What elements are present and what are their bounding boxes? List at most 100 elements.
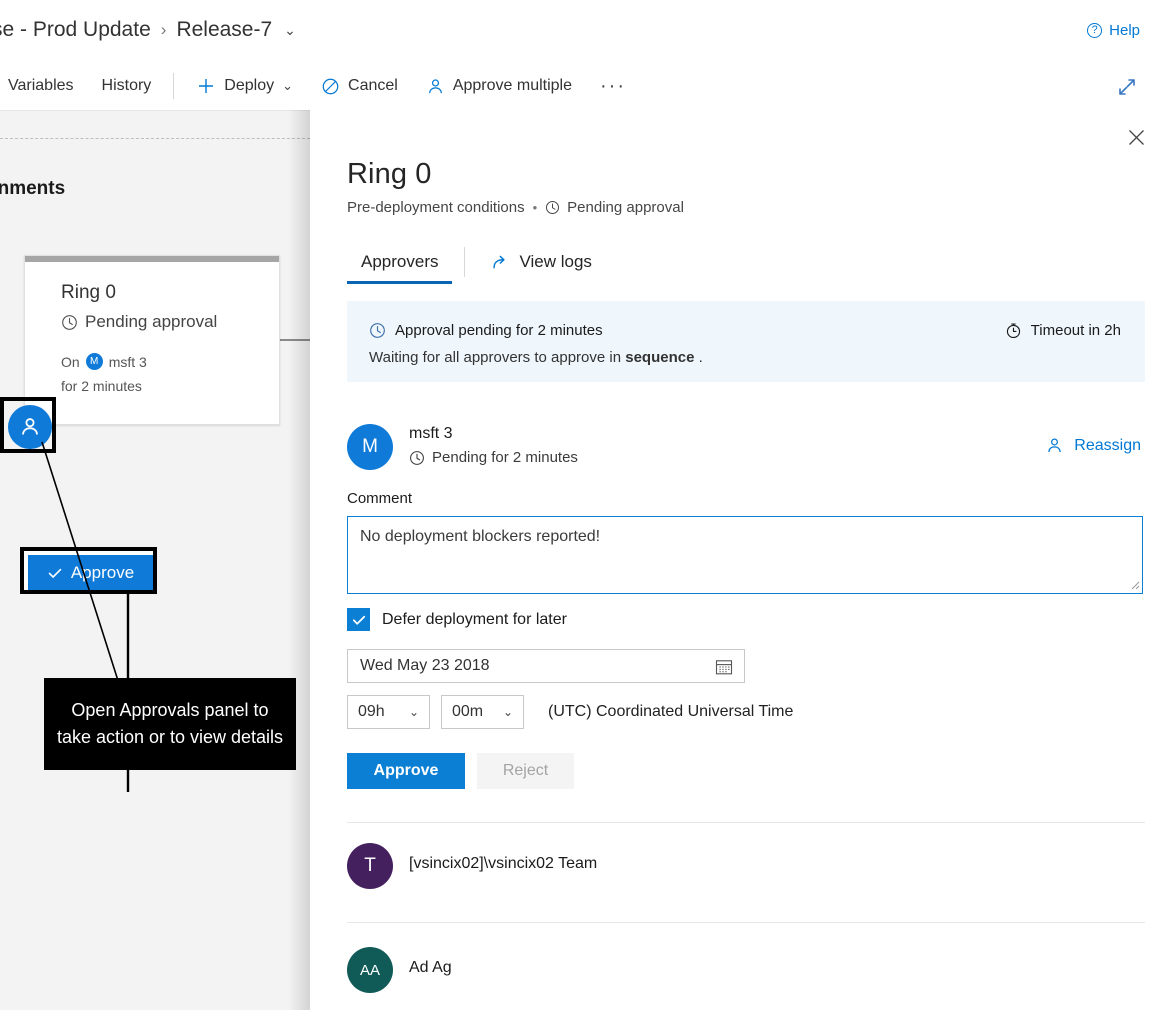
chevron-down-icon: ⌄ — [282, 78, 293, 94]
calendar-icon[interactable] — [714, 657, 734, 682]
card-duration: for 2 minutes — [61, 378, 142, 394]
clock-icon — [545, 200, 560, 215]
list-item[interactable]: T [vsincix02]\vsincix02 Team — [347, 843, 1145, 889]
panel-subtitle-status: Pending approval — [567, 199, 684, 216]
toolbar-item-variables[interactable]: Variables — [0, 62, 88, 110]
panel-subtitle: Pre-deployment conditions • Pending appr… — [347, 199, 684, 216]
breadcrumb-separator-icon: › — [161, 20, 167, 40]
banner-detail: Waiting for all approvers to approve in … — [369, 349, 703, 366]
toolbar-item-approve-multiple[interactable]: Approve multiple — [412, 62, 586, 110]
stopwatch-icon — [1005, 322, 1022, 339]
timezone-label: (UTC) Coordinated Universal Time — [548, 703, 793, 721]
approval-status-banner: Approval pending for 2 minutes Waiting f… — [347, 301, 1145, 382]
command-toolbar: Variables History Deploy ⌄ Cancel Approv… — [0, 62, 1160, 110]
list-divider — [347, 922, 1145, 923]
comment-label: Comment — [347, 490, 412, 507]
expand-diagonal-icon — [1116, 76, 1138, 98]
approver-name: Ad Ag — [409, 959, 452, 977]
cancel-icon — [321, 77, 340, 96]
person-icon — [18, 415, 42, 439]
approve-quick-action-button[interactable]: Approve — [28, 555, 153, 590]
tab-approvers-label: Approvers — [361, 252, 438, 272]
avatar: M — [347, 424, 393, 470]
help-label: Help — [1109, 22, 1140, 39]
banner-title: Approval pending for 2 minutes — [395, 322, 603, 339]
card-on-user: msft 3 — [109, 354, 147, 370]
annotation-callout: Open Approvals panel to take action or t… — [44, 678, 296, 770]
toolbar-divider — [173, 73, 174, 99]
list-item[interactable]: AA Ad Ag — [347, 947, 1145, 993]
tab-view-logs-label: View logs — [519, 252, 591, 272]
help-button[interactable]: ? Help — [1087, 22, 1140, 39]
reject-button: Reject — [477, 753, 574, 789]
banner-timeout-label: Timeout in 2h — [1031, 322, 1121, 339]
banner-timeout: Timeout in 2h — [1005, 322, 1121, 339]
toolbar-label-approve-multiple: Approve multiple — [453, 77, 572, 95]
toolbar-item-history[interactable]: History — [88, 62, 166, 110]
defer-time-row: 09h ⌄ 00m ⌄ (UTC) Coordinated Universal … — [347, 695, 793, 729]
defer-hour-select[interactable]: 09h ⌄ — [347, 695, 430, 729]
list-divider — [347, 822, 1145, 823]
toolbar-overflow-button[interactable]: ··· — [586, 62, 640, 110]
plus-icon — [196, 76, 216, 96]
approve-quick-action-label: Approve — [71, 563, 134, 583]
stage-connector-line — [280, 339, 310, 341]
chevron-down-icon: ⌄ — [409, 705, 419, 719]
banner-detail-bold: sequence — [625, 349, 694, 366]
panel-edge-shadow — [288, 110, 310, 1010]
page-title: Ring 0 — [347, 158, 431, 191]
chevron-down-icon[interactable]: ⌄ — [284, 22, 296, 39]
app-root: se - Prod Update › Release-7 ⌄ ? Help Va… — [0, 0, 1160, 1010]
panel-subtitle-prefix: Pre-deployment conditions — [347, 199, 525, 216]
close-icon[interactable] — [1121, 122, 1151, 152]
external-link-icon — [491, 253, 510, 272]
ellipsis-icon: ··· — [600, 75, 626, 98]
check-icon — [351, 612, 367, 628]
tab-approvers[interactable]: Approvers — [347, 240, 452, 284]
toolbar-item-deploy[interactable]: Deploy ⌄ — [182, 62, 307, 110]
pipeline-canvas: onments Ring 0 Pending approval On M msf… — [0, 110, 310, 1010]
approvals-badge-highlight[interactable] — [0, 397, 56, 453]
comment-input[interactable] — [347, 516, 1143, 594]
approvals-person-badge[interactable] — [8, 405, 52, 449]
breadcrumb-current[interactable]: Release-7 — [176, 18, 272, 42]
breadcrumb: se - Prod Update › Release-7 ⌄ — [0, 18, 296, 42]
approver-name: msft 3 — [409, 425, 453, 443]
banner-detail-suffix: . — [694, 349, 702, 366]
toolbar-label-variables: Variables — [8, 77, 74, 95]
card-top-bar — [25, 256, 279, 262]
defer-deployment-checkbox[interactable]: Defer deployment for later — [347, 608, 567, 631]
breadcrumb-parent[interactable]: se - Prod Update — [0, 18, 151, 42]
toolbar-label-history: History — [102, 77, 152, 95]
card-assignee: On M msft 3 — [61, 353, 147, 370]
canvas-dashed-divider — [0, 138, 310, 139]
toolbar-label-cancel: Cancel — [348, 77, 398, 95]
clock-icon — [61, 314, 78, 331]
avatar: T — [347, 843, 393, 889]
canvas-top-border — [0, 110, 310, 111]
reassign-button[interactable]: Reassign — [1045, 436, 1141, 455]
approve-quick-action-highlight[interactable]: Approve — [20, 547, 157, 594]
approve-button[interactable]: Approve — [347, 753, 465, 789]
tab-divider — [464, 247, 465, 277]
avatar: M — [86, 353, 103, 370]
toolbar-label-deploy: Deploy — [224, 77, 274, 95]
approval-actions: Approve Reject — [347, 753, 574, 789]
check-icon — [47, 565, 63, 581]
defer-deployment-label: Defer deployment for later — [382, 611, 567, 629]
defer-minute-select[interactable]: 00m ⌄ — [441, 695, 524, 729]
page-header: se - Prod Update › Release-7 ⌄ ? Help — [0, 0, 1160, 62]
tab-view-logs[interactable]: View logs — [477, 240, 605, 284]
card-status-label: Pending approval — [85, 312, 217, 332]
avatar: AA — [347, 947, 393, 993]
checkbox-checked[interactable] — [347, 608, 370, 631]
defer-date-input[interactable]: Wed May 23 2018 — [347, 649, 745, 683]
expand-panel-button[interactable] — [1114, 74, 1140, 100]
card-on-label: On — [61, 354, 80, 370]
toolbar-item-cancel[interactable]: Cancel — [307, 62, 412, 110]
defer-minute-value: 00m — [452, 703, 483, 721]
approver-status-label: Pending for 2 minutes — [432, 449, 578, 466]
chevron-down-icon: ⌄ — [503, 705, 513, 719]
environment-card-ring0[interactable]: Ring 0 Pending approval On M msft 3 for … — [24, 255, 280, 425]
panel-tabs: Approvers View logs — [347, 240, 1142, 284]
